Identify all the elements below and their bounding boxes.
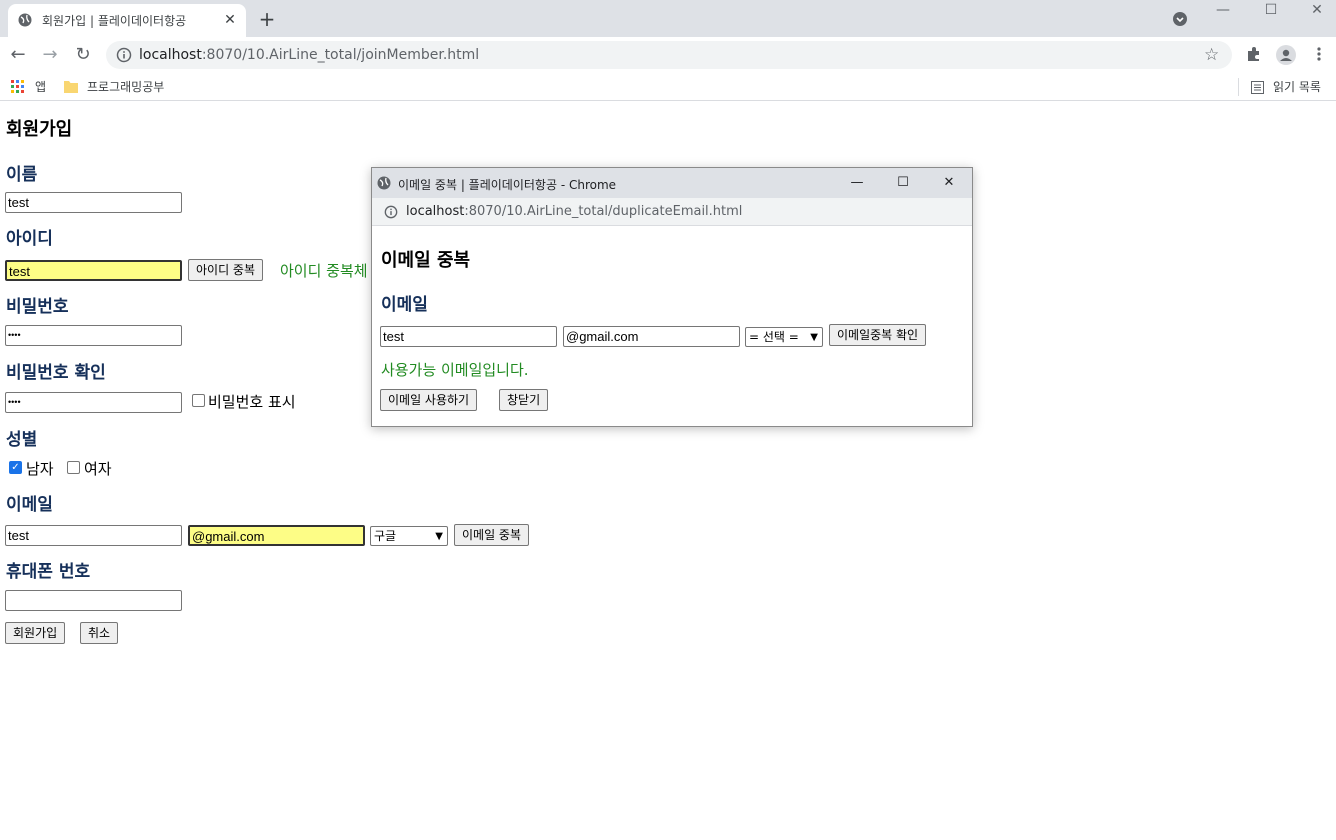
- cancel-button[interactable]: 취소: [80, 622, 119, 644]
- maximize-button[interactable]: ☐: [1248, 0, 1294, 24]
- minimize-button[interactable]: —: [1200, 0, 1246, 24]
- email-local-input[interactable]: test: [5, 525, 182, 546]
- popup-email-label: 이메일: [381, 295, 428, 315]
- email-provider-select[interactable]: 구글 ▼: [370, 526, 448, 546]
- id-status: 아이디 중복체: [280, 262, 368, 280]
- phone-input[interactable]: [5, 590, 182, 611]
- popup-window-title: 이메일 중복 | 플레이데이터항공 - Chrome: [398, 178, 617, 192]
- email-check-button[interactable]: 이메일 중복: [454, 524, 530, 546]
- popup-url-path: :8070/10.AirLine_total/duplicateEmail.ht…: [464, 204, 743, 219]
- browser-tab[interactable]: 회원가입 | 플레이데이터항공 ✕: [8, 4, 246, 37]
- globe-icon: [18, 13, 32, 27]
- url-text: localhost:8070/10.AirLine_total/joinMemb…: [139, 47, 479, 63]
- use-email-button[interactable]: 이메일 사용하기: [380, 389, 478, 411]
- password-confirm-label: 비밀번호 확인: [6, 363, 106, 383]
- profile-avatar-icon[interactable]: [1276, 45, 1296, 65]
- id-check-button[interactable]: 아이디 중복: [188, 259, 264, 281]
- chevron-down-icon: ▼: [810, 332, 818, 343]
- url-host: localhost: [139, 47, 202, 63]
- gender-label: 성별: [6, 430, 38, 450]
- extensions-icon[interactable]: [1245, 45, 1263, 63]
- popup-titlebar[interactable]: 이메일 중복 | 플레이데이터항공 - Chrome — ☐ ✕: [372, 168, 972, 198]
- email-domain-input[interactable]: @gmail.com: [188, 525, 365, 546]
- popup-maximize-button[interactable]: ☐: [888, 173, 918, 193]
- name-label: 이름: [6, 165, 38, 185]
- tab-strip: 회원가입 | 플레이데이터항공 ✕ + — ☐ ✕: [0, 0, 1336, 37]
- back-button[interactable]: ←: [8, 45, 28, 65]
- male-label: 남자: [26, 460, 54, 478]
- popup-status: 사용가능 이메일입니다.: [381, 361, 529, 379]
- url-path: :8070/10.AirLine_total/joinMember.html: [201, 47, 480, 63]
- show-password-checkbox[interactable]: [192, 394, 205, 407]
- address-bar[interactable]: localhost:8070/10.AirLine_total/joinMemb…: [106, 41, 1232, 69]
- globe-icon: [377, 176, 391, 190]
- email-provider-value: 구글: [374, 529, 397, 543]
- bookmarks-divider: [1238, 78, 1239, 96]
- password-label: 비밀번호: [6, 297, 69, 317]
- reading-list-label[interactable]: 읽기 목록: [1273, 78, 1321, 95]
- id-input[interactable]: test: [5, 260, 182, 281]
- reload-button[interactable]: ↻: [73, 45, 93, 65]
- popup-domain-select[interactable]: = 선택 = ▼: [745, 327, 823, 347]
- id-label: 아이디: [6, 229, 53, 249]
- bookmark-star-icon[interactable]: ☆: [1204, 45, 1219, 65]
- info-icon[interactable]: [384, 205, 398, 219]
- name-input[interactable]: test: [5, 192, 182, 213]
- phone-label: 휴대폰 번호: [6, 562, 91, 582]
- male-checkbox[interactable]: ✓: [9, 461, 22, 474]
- female-label: 여자: [84, 460, 112, 478]
- popup-minimize-button[interactable]: —: [842, 173, 872, 193]
- more-menu-icon[interactable]: [1316, 45, 1322, 63]
- email-duplicate-popup: 이메일 중복 | 플레이데이터항공 - Chrome — ☐ ✕ localho…: [371, 167, 973, 427]
- bookmark-folder[interactable]: 프로그래밍공부: [87, 78, 164, 95]
- popup-heading: 이메일 중복: [381, 250, 471, 271]
- popup-url-text: localhost:8070/10.AirLine_total/duplicat…: [406, 204, 742, 219]
- popup-close-button[interactable]: ✕: [934, 173, 964, 193]
- popup-email-local-input[interactable]: test: [380, 326, 557, 347]
- folder-icon: [64, 81, 78, 93]
- popup-email-domain-input[interactable]: @gmail.com: [563, 326, 740, 347]
- reading-list-icon[interactable]: [1251, 81, 1264, 94]
- browser-toolbar: ← → ↻ localhost:8070/10.AirLine_total/jo…: [0, 37, 1336, 73]
- join-button[interactable]: 회원가입: [5, 622, 66, 644]
- popup-select-value: = 선택 =: [749, 330, 799, 344]
- female-checkbox[interactable]: [67, 461, 80, 474]
- info-icon[interactable]: [116, 47, 132, 63]
- popup-url-bar: localhost:8070/10.AirLine_total/duplicat…: [372, 198, 972, 226]
- password-input[interactable]: ••••: [5, 325, 182, 346]
- popup-url-host: localhost: [406, 204, 465, 219]
- bookmarks-bar: 앱 프로그래밍공부 읽기 목록: [0, 73, 1336, 101]
- forward-button[interactable]: →: [40, 45, 60, 65]
- tab-title: 회원가입 | 플레이데이터항공: [42, 14, 187, 28]
- close-popup-button[interactable]: 창닫기: [499, 389, 549, 411]
- email-label: 이메일: [6, 495, 53, 515]
- popup-email-check-button[interactable]: 이메일중복 확인: [829, 324, 927, 346]
- bookmark-apps[interactable]: 앱: [35, 78, 46, 95]
- apps-grid-icon[interactable]: [11, 80, 25, 94]
- tab-search-icon[interactable]: [1172, 11, 1188, 27]
- close-window-button[interactable]: ✕: [1294, 0, 1336, 24]
- show-password-label: 비밀번호 표시: [208, 393, 296, 411]
- tab-close-icon[interactable]: ✕: [221, 11, 239, 29]
- page-title: 회원가입: [6, 119, 73, 140]
- chevron-down-icon: ▼: [435, 531, 443, 542]
- password-confirm-input[interactable]: ••••: [5, 392, 182, 413]
- new-tab-button[interactable]: +: [256, 8, 278, 30]
